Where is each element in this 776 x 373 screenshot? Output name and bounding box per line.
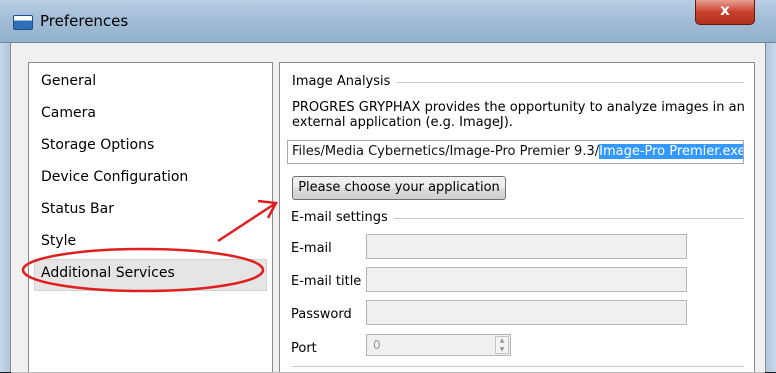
close-icon: x [720, 1, 730, 19]
port-label: Port [291, 341, 317, 356]
title-bar[interactable]: Preferences x [0, 0, 776, 43]
window-frame-right [765, 43, 776, 372]
sidebar-item-status-bar[interactable]: Status Bar [41, 201, 114, 217]
sidebar-item-camera[interactable]: Camera [41, 105, 96, 121]
port-spinbox[interactable]: 0 ▲ ▼ [366, 334, 511, 356]
sidebar-item-general[interactable]: General [41, 73, 96, 89]
password-field[interactable] [366, 300, 687, 325]
window-title: Preferences [40, 12, 129, 30]
preferences-window: Preferences x General Camera Storage Opt… [0, 0, 776, 373]
close-button[interactable]: x [695, 0, 755, 25]
sidebar-item-additional-services[interactable]: Additional Services [41, 265, 175, 281]
email-settings-group-title: E-mail settings [291, 210, 394, 225]
sidebar-item-storage-options[interactable]: Storage Options [41, 137, 154, 153]
path-prefix-text: Files/Media Cybernetics/Image-Pro Premie… [292, 144, 600, 159]
port-stepper[interactable]: ▲ ▼ [495, 336, 509, 354]
stepper-down-icon[interactable]: ▼ [496, 346, 508, 354]
window-frame-left [0, 43, 10, 372]
email-title-label: E-mail title [291, 274, 362, 289]
image-analysis-description: PROGRES GRYPHAX provides the opportunity… [292, 100, 745, 130]
email-field[interactable] [366, 234, 687, 259]
settings-panel: Image Analysis PROGRES GRYPHAX provides … [279, 62, 755, 372]
preferences-window-icon [13, 15, 33, 30]
sidebar-item-style[interactable]: Style [41, 233, 76, 249]
path-selected-text: Image-Pro Premier.exe [599, 144, 744, 159]
stepper-up-icon[interactable]: ▲ [496, 337, 508, 345]
password-label: Password [291, 307, 352, 322]
email-label: E-mail [291, 241, 332, 256]
choose-application-button[interactable]: Please choose your application [292, 176, 506, 200]
group-divider [292, 366, 744, 367]
port-value: 0 [373, 338, 381, 352]
dialog-body: General Camera Storage Options Device Co… [10, 43, 766, 373]
email-title-field[interactable] [366, 267, 687, 292]
sidebar-item-device-configuration[interactable]: Device Configuration [41, 169, 188, 185]
image-analysis-group-title: Image Analysis [292, 74, 397, 89]
application-path-input[interactable]: Files/Media Cybernetics/Image-Pro Premie… [287, 140, 744, 164]
preferences-category-list: General Camera Storage Options Device Co… [28, 62, 273, 372]
